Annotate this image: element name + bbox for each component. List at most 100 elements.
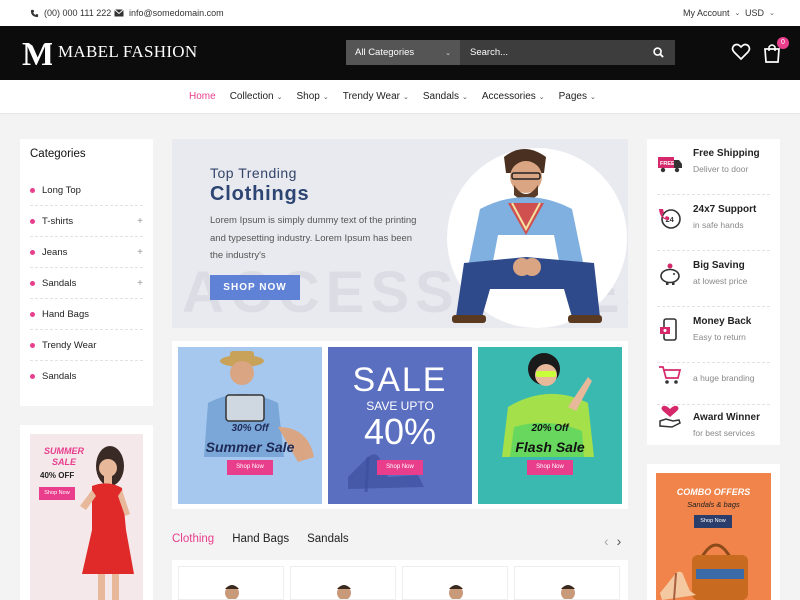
search-bar: All Categories ⌄: [346, 40, 675, 65]
nav-label: Accessories: [481, 91, 536, 102]
service-subtitle: for best services: [693, 428, 755, 438]
product-card[interactable]: [514, 566, 620, 600]
banner-shop-now-button[interactable]: Shop Now: [527, 460, 573, 475]
expand-plus-icon[interactable]: +: [137, 247, 143, 258]
svg-text:M: M: [22, 37, 52, 69]
expand-plus-icon[interactable]: +: [137, 278, 143, 289]
nav-item-sandals[interactable]: Sandals ⌄: [423, 91, 468, 102]
chevron-down-icon: ⌄: [402, 93, 409, 101]
chevron-down-icon: ⌄: [445, 49, 451, 57]
bullet-dot-icon: [30, 249, 35, 255]
phone-number: (00) 000 111 222: [44, 8, 112, 18]
currency-dropdown[interactable]: USD ⌄: [745, 8, 775, 18]
category-item[interactable]: Long Top: [30, 175, 143, 206]
cart-icon: [659, 366, 682, 384]
wishlist-heart-icon[interactable]: [731, 42, 751, 62]
category-item[interactable]: Jeans +: [30, 237, 143, 268]
phone-icon: [30, 9, 39, 17]
chevron-left-icon[interactable]: ‹: [604, 533, 609, 549]
nav-menu: Home Collection ⌄ Shop ⌄ Trendy Wear ⌄ Sand…: [189, 91, 610, 102]
nav-label: Home: [189, 91, 216, 102]
phone-contact: (00) 000 111 222: [30, 8, 111, 18]
search-category-select[interactable]: All Categories ⌄: [346, 40, 460, 65]
nav-item-pages[interactable]: Pages ⌄: [559, 91, 596, 102]
bullet-dot-icon: [30, 218, 35, 224]
banner-shop-now-button[interactable]: Shop Now: [377, 460, 423, 475]
bullet-dot-icon: [30, 280, 35, 286]
search-button[interactable]: [641, 40, 675, 65]
logo-text[interactable]: MABEL FASHION: [58, 42, 197, 62]
nav-item-accessories[interactable]: Accessories ⌄: [482, 91, 545, 102]
cart-button[interactable]: 0: [763, 37, 789, 64]
chevron-down-icon: ⌄: [322, 93, 329, 101]
email-contact[interactable]: info@somedomain.com: [114, 8, 224, 18]
cart-count-badge: 0: [777, 37, 789, 49]
services-panel: FREE Free Shipping Deliver to door 24 24…: [647, 139, 780, 445]
categories-title: Categories: [30, 148, 86, 160]
combo-offers-title: COMBO OFFERS: [676, 487, 751, 497]
bullet-dot-icon: [30, 187, 35, 193]
service-subtitle: a huge branding: [693, 373, 755, 383]
combo-offers-shop-button[interactable]: Shop Now: [694, 515, 732, 528]
chevron-down-icon: ⌄: [276, 93, 283, 101]
nav-item-collection[interactable]: Collection ⌄: [230, 91, 283, 102]
chevron-right-icon[interactable]: ›: [617, 533, 622, 549]
category-label: Hand Bags: [42, 308, 90, 320]
category-item[interactable]: Sandals +: [30, 268, 143, 299]
service-title: Big Saving: [693, 260, 745, 271]
bullet-dot-icon: [30, 311, 35, 317]
money-back-icon: [660, 318, 677, 341]
banner-title: Flash Sale: [515, 439, 585, 455]
category-label: Jeans: [42, 246, 68, 258]
category-item[interactable]: Hand Bags: [30, 299, 143, 330]
category-item[interactable]: T-shirts +: [30, 206, 143, 237]
search-input[interactable]: [460, 40, 641, 65]
chevron-down-icon: ⌄: [538, 93, 545, 101]
tab-clothing[interactable]: Clothing: [172, 533, 214, 545]
banner-shop-now-button[interactable]: Shop Now: [227, 460, 273, 475]
my-account-dropdown[interactable]: My Account ⌄: [683, 8, 740, 18]
tab-hand-bags[interactable]: Hand Bags: [232, 533, 289, 545]
service-title: Free Shipping: [693, 148, 760, 159]
my-account-label: My Account: [683, 8, 730, 18]
category-item[interactable]: Trendy Wear: [30, 330, 143, 361]
product-card[interactable]: [290, 566, 396, 600]
carousel-arrows: ‹ ›: [604, 533, 621, 549]
product-image: [449, 585, 463, 599]
product-card[interactable]: [178, 566, 284, 600]
summer-sale-shop-button[interactable]: Shop Now: [39, 487, 75, 500]
summer-sale-offer: 40% OFF: [40, 471, 75, 480]
bullet-dot-icon: [30, 342, 35, 348]
top-bar: (00) 000 111 222 info@somedomain.com My …: [0, 0, 800, 26]
service-title: 24x7 Support: [693, 204, 757, 215]
flash-sale-banner[interactable]: 20% Off Flash Sale Shop Now: [478, 347, 622, 504]
categories-list: Long Top T-shirts + Jeans + Sandals + Hand …: [20, 175, 153, 392]
chevron-down-icon: ⌄: [461, 93, 468, 101]
nav-item-home[interactable]: Home: [189, 91, 216, 102]
summer-sale-banner[interactable]: 30% Off Summer Sale Shop Now: [178, 347, 322, 504]
piggy-bank-icon: [660, 263, 680, 285]
summer-sale-promo[interactable]: SUMMER SALE 40% OFF Shop Now: [20, 425, 153, 600]
mail-icon: [114, 9, 124, 17]
sale-40-banner[interactable]: SALE SAVE UPTO 40% Shop Now: [328, 347, 472, 504]
expand-plus-icon[interactable]: +: [137, 216, 143, 227]
email-address: info@somedomain.com: [129, 8, 224, 18]
logo-mark-icon[interactable]: M: [22, 37, 52, 69]
summer-sale-promo-image: SUMMER SALE 40% OFF Shop Now: [30, 434, 143, 600]
nav-item-shop[interactable]: Shop ⌄: [296, 91, 328, 102]
nav-label: Pages: [558, 91, 587, 102]
product-image: [337, 585, 351, 599]
nav-item-trendy-wear[interactable]: Trendy Wear ⌄: [343, 91, 409, 102]
award-icon: [659, 405, 681, 428]
nav-label: Collection: [229, 91, 274, 102]
combo-offers-promo[interactable]: COMBO OFFERS Sandals & bags Shop Now: [647, 464, 780, 600]
hero-shop-now-button[interactable]: SHOP NOW: [210, 275, 300, 300]
category-item[interactable]: Sandals: [30, 361, 143, 392]
product-card[interactable]: [402, 566, 508, 600]
nav-label: Sandals: [422, 91, 459, 102]
combo-offers-subtitle: Sandals & bags: [687, 500, 740, 509]
sale-banners: 30% Off Summer Sale Shop Now SALE SAVE U…: [172, 341, 628, 509]
banner-percent-text: 40%: [363, 411, 437, 452]
bullet-dot-icon: [30, 374, 35, 379]
tab-sandals[interactable]: Sandals: [307, 533, 349, 545]
